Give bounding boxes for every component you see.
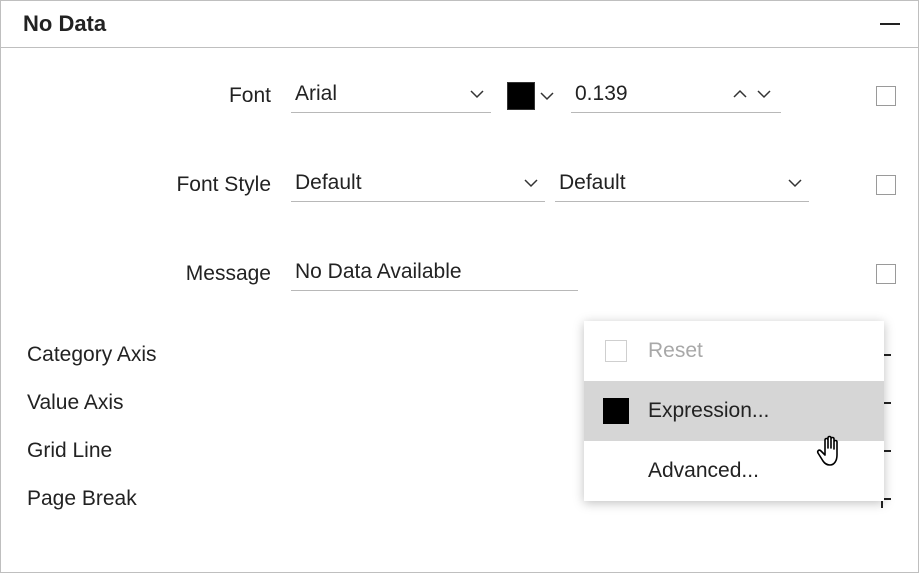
chevron-down-icon xyxy=(523,175,539,191)
font-color-picker[interactable] xyxy=(501,82,555,110)
font-label: Font xyxy=(23,84,291,108)
properties-panel: No Data Font Arial xyxy=(0,0,919,573)
message-checkbox[interactable] xyxy=(876,264,896,284)
panel-header: No Data xyxy=(1,1,918,48)
font-size-input[interactable]: 0.139 xyxy=(571,78,781,113)
font-size-stepper xyxy=(727,87,777,101)
advanced-icon xyxy=(602,457,630,485)
context-menu: Reset Expression... Advanced... xyxy=(584,321,884,501)
font-style-select-1[interactable]: Default xyxy=(291,167,545,202)
panel-title: No Data xyxy=(23,11,106,37)
color-swatch-icon xyxy=(507,82,535,110)
font-checkbox[interactable] xyxy=(876,86,896,106)
message-label: Message xyxy=(23,262,291,286)
font-style-fields: Default Default xyxy=(291,167,896,202)
message-fields: No Data Available xyxy=(291,256,896,291)
font-size-value: 0.139 xyxy=(575,82,727,106)
message-input[interactable]: No Data Available xyxy=(291,256,578,291)
chevron-down-icon[interactable] xyxy=(756,87,772,101)
chevron-up-icon[interactable] xyxy=(732,87,748,101)
menu-item-advanced[interactable]: Advanced... xyxy=(584,441,884,501)
message-value: No Data Available xyxy=(295,260,462,283)
menu-item-expression[interactable]: Expression... xyxy=(584,381,884,441)
expression-icon xyxy=(602,397,630,425)
section-label: Grid Line xyxy=(27,439,112,463)
menu-item-reset: Reset xyxy=(584,321,884,381)
section-label: Value Axis xyxy=(27,391,124,415)
section-label: Category Axis xyxy=(27,343,157,367)
font-style-row: Font Style Default Default xyxy=(23,167,896,202)
menu-label: Advanced... xyxy=(648,459,759,483)
font-style-value-1: Default xyxy=(295,171,523,195)
menu-label: Reset xyxy=(648,339,703,363)
font-row: Font Arial 0.139 xyxy=(23,78,896,113)
font-family-value: Arial xyxy=(295,82,469,106)
reset-icon xyxy=(602,337,630,365)
section-label: Page Break xyxy=(27,487,137,511)
font-family-select[interactable]: Arial xyxy=(291,78,491,113)
message-row: Message No Data Available xyxy=(23,256,896,291)
chevron-down-icon xyxy=(787,175,803,191)
collapse-icon[interactable] xyxy=(880,23,900,25)
font-style-checkbox[interactable] xyxy=(876,175,896,195)
chevron-down-icon xyxy=(539,88,555,104)
font-style-select-2[interactable]: Default xyxy=(555,167,809,202)
menu-label: Expression... xyxy=(648,399,769,423)
chevron-down-icon xyxy=(469,86,485,102)
font-style-value-2: Default xyxy=(559,171,787,195)
font-style-label: Font Style xyxy=(23,173,291,197)
font-fields: Arial 0.139 xyxy=(291,78,896,113)
